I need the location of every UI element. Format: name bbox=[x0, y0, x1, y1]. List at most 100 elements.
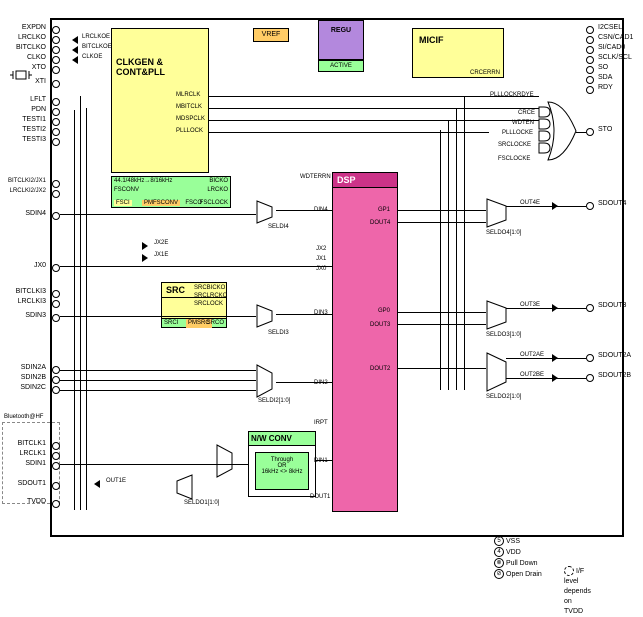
nwconv-thru: Through OR 16kHz <> 8kHz bbox=[255, 452, 309, 490]
legend-vss: VSS bbox=[506, 538, 520, 545]
or-gate-icon bbox=[546, 100, 586, 162]
legend-circle-icon: 5 bbox=[494, 536, 504, 546]
seldi2: SELDI2[1:0] bbox=[258, 398, 290, 404]
src-sub-row: SRCI PMSRC SRCO bbox=[161, 318, 227, 328]
seldi3: SELDI3 bbox=[268, 330, 289, 336]
pin-lrclko: LRCLKO bbox=[0, 34, 46, 41]
pin-testi3: TESTI3 bbox=[0, 136, 46, 143]
wire bbox=[398, 368, 486, 369]
pmfsconv: PMFSCONV bbox=[142, 200, 180, 206]
dout3: DOUT3 bbox=[370, 322, 390, 328]
legend-pd: Pull Down bbox=[506, 560, 538, 567]
pad bbox=[586, 86, 594, 94]
fsconv-rate: 44.1/48kHz→8/16kHz bbox=[114, 178, 172, 184]
buffer-icon bbox=[72, 56, 78, 64]
wdterrn: WDTERRN bbox=[300, 174, 331, 180]
wire bbox=[440, 130, 441, 390]
srclrcko: SRCLRCKO bbox=[194, 292, 227, 300]
jx1e: JX1E bbox=[154, 252, 168, 258]
pin-sdin2c: SDIN2C bbox=[0, 384, 46, 391]
seldo3: SELDO3[1:0] bbox=[486, 332, 521, 338]
wire bbox=[398, 324, 486, 325]
pad bbox=[52, 290, 60, 298]
srco: SRCO bbox=[207, 319, 224, 328]
pad bbox=[52, 386, 60, 394]
pin-pdn: PDN bbox=[0, 106, 46, 113]
out1e: OUT1E bbox=[106, 478, 126, 484]
pin-sclk: SCLK/SCL bbox=[598, 54, 632, 61]
wire bbox=[209, 96, 539, 97]
nwconv-title: N/W CONV bbox=[249, 432, 315, 446]
lrcko: LRCKO bbox=[207, 187, 228, 193]
pad bbox=[52, 66, 60, 74]
pin-sdin3: SDIN3 bbox=[0, 312, 46, 319]
wire bbox=[506, 378, 586, 379]
wire bbox=[276, 314, 332, 315]
pad bbox=[586, 304, 594, 312]
legend-circle-icon: ⊗ bbox=[494, 558, 504, 568]
wire bbox=[276, 382, 332, 383]
pad bbox=[52, 482, 60, 490]
wire bbox=[209, 120, 539, 121]
din2: DIN2 bbox=[314, 380, 328, 386]
pad bbox=[52, 80, 60, 88]
regu-active: ACTIVE bbox=[318, 60, 364, 72]
pad bbox=[52, 36, 60, 44]
block-fsconv: 44.1/48kHz→8/16kHz FSCONV FSCI PMFSCONV … bbox=[111, 176, 231, 208]
pin-expdn: EXPDN bbox=[0, 24, 46, 31]
block-nwconv: N/W CONV Through OR 16kHz <> 8kHz bbox=[248, 431, 316, 497]
pin-bitclki3: BITCLKI3 bbox=[0, 288, 46, 295]
pad bbox=[586, 374, 594, 382]
pad bbox=[586, 202, 594, 210]
buffer-icon bbox=[72, 46, 78, 54]
pin-sto: STO bbox=[598, 126, 612, 133]
pin-sdin2b: SDIN2B bbox=[0, 374, 46, 381]
vref-label: VREF bbox=[262, 31, 281, 38]
wire bbox=[60, 316, 256, 317]
crce: CRCE bbox=[518, 110, 535, 116]
pad bbox=[586, 76, 594, 84]
mbitclk: MBITCLK bbox=[176, 104, 202, 110]
jx2e: JX2E bbox=[154, 240, 168, 246]
dout1: DOUT1 bbox=[310, 494, 330, 500]
pin-sdout4: SDOUT4 bbox=[598, 200, 626, 207]
pin-testi1: TESTI1 bbox=[0, 116, 46, 123]
wire bbox=[398, 222, 486, 223]
jx2: JX2 bbox=[316, 246, 326, 252]
wire bbox=[398, 210, 486, 211]
pad bbox=[52, 366, 60, 374]
buffer-icon bbox=[94, 480, 100, 488]
pad bbox=[586, 26, 594, 34]
seldo2: SELDO2[1:0] bbox=[486, 394, 521, 400]
mux-icon bbox=[486, 198, 512, 228]
seldo4: SELDO4[1:0] bbox=[486, 230, 521, 236]
pin-bitclki2: BITCLKI2/JX1 bbox=[0, 178, 46, 184]
src-right-labels: SRCBICKO SRCLRCKO SRCLOCK bbox=[194, 284, 227, 308]
pad bbox=[52, 138, 60, 146]
pin-lrclki2: LRCLKI2/JX2 bbox=[0, 188, 46, 194]
lrclkoe: LRCLKOE bbox=[82, 34, 110, 40]
pin-lrclki3: LRCLKI3 bbox=[0, 298, 46, 305]
wire bbox=[209, 108, 539, 109]
din3: DIN3 bbox=[314, 310, 328, 316]
srclock: SRCLOCK bbox=[194, 300, 227, 308]
pad bbox=[52, 180, 60, 188]
pin-sdout2a: SDOUT2A bbox=[598, 352, 631, 359]
irpt: IRPT bbox=[314, 420, 328, 426]
pin-jx0: JX0 bbox=[0, 262, 46, 269]
fsci: FSCI bbox=[114, 200, 132, 206]
plllocke: PLLLOCKE bbox=[502, 130, 533, 136]
pin-sdin4: SDIN4 bbox=[0, 210, 46, 217]
pad bbox=[52, 56, 60, 64]
clkoe: CLKOE bbox=[82, 54, 102, 60]
wire bbox=[60, 214, 256, 215]
gp1: GP1 bbox=[378, 207, 390, 213]
pad bbox=[52, 452, 60, 460]
wire bbox=[209, 132, 489, 133]
srclocke: SRCLOCKE bbox=[498, 142, 531, 148]
pad bbox=[52, 118, 60, 126]
pad bbox=[52, 500, 60, 508]
and-gate-icon bbox=[538, 118, 552, 130]
seldo1: SELDO1[1:0] bbox=[184, 500, 219, 506]
mux-icon bbox=[486, 300, 512, 330]
